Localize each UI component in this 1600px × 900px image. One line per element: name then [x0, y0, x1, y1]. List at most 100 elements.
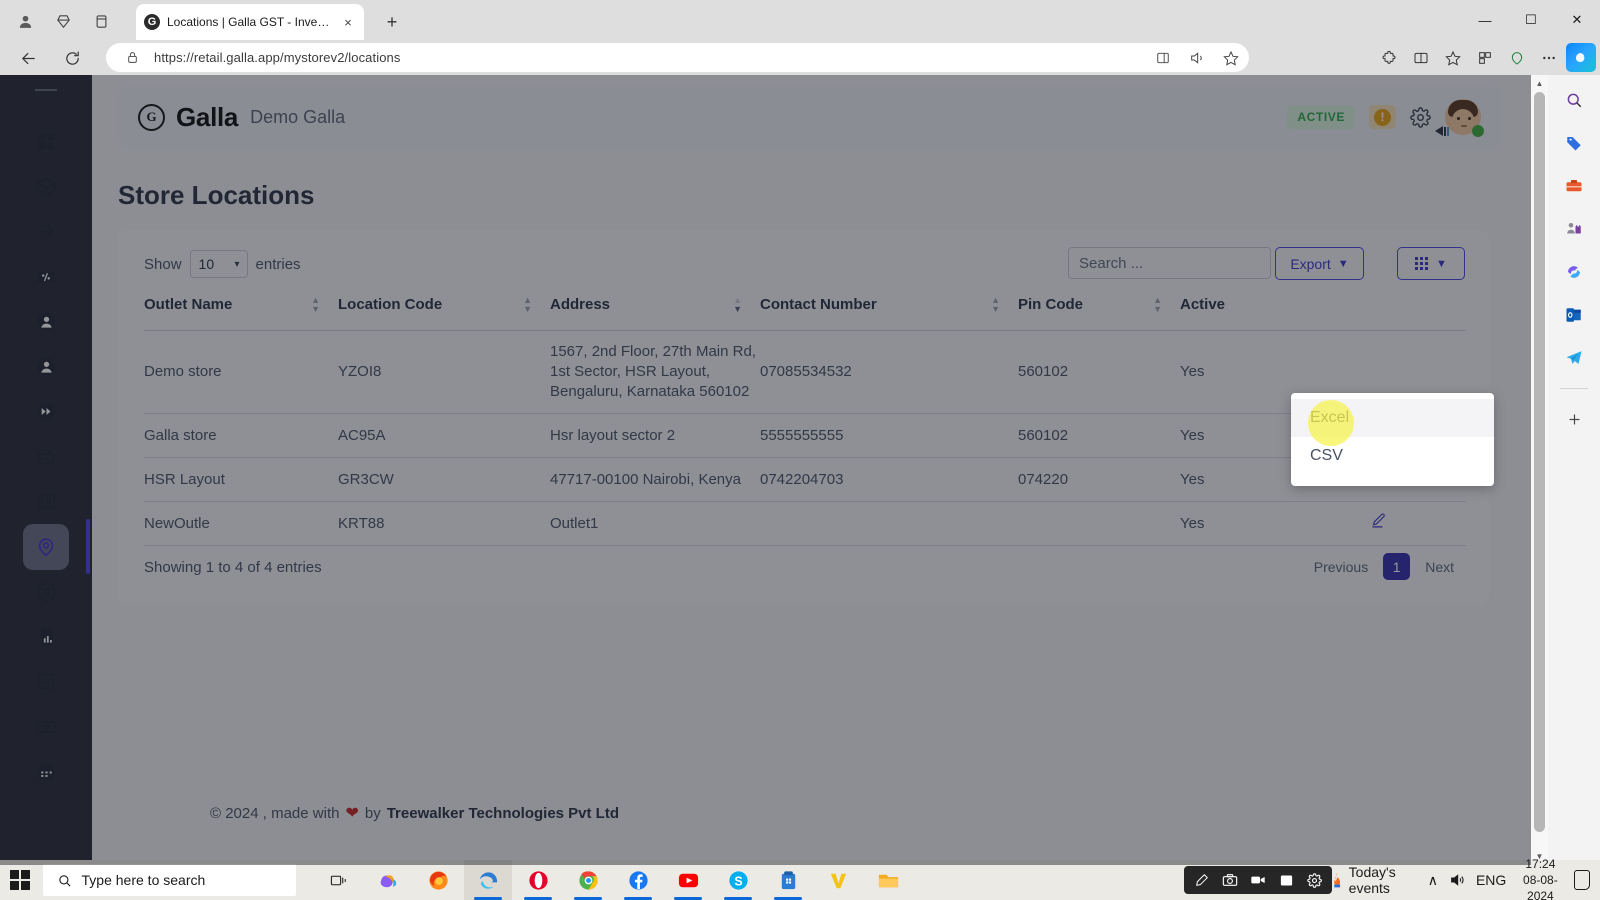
table-row[interactable]: HSR Layout GR3CW 47717-00100 Nairobi, Ke… [144, 457, 1466, 502]
settings-gear-icon[interactable] [1410, 106, 1431, 128]
previous-page-button[interactable]: Previous [1303, 553, 1379, 580]
search-input[interactable] [1068, 247, 1271, 279]
copilot-icon[interactable] [1566, 43, 1596, 72]
column-visibility-button[interactable]: ▼ [1397, 247, 1465, 280]
sidebar-item-settings[interactable] [0, 569, 92, 614]
page-scrollbar[interactable]: ▲ ▼ [1531, 75, 1548, 865]
column-header-pin-code[interactable]: Pin Code ▲ ▼ [1018, 295, 1180, 331]
read-aloud-icon[interactable] [1185, 46, 1209, 70]
sidebar-item-tasks[interactable] [0, 659, 92, 704]
brand-logo[interactable]: G Galla [138, 102, 238, 133]
window-icon[interactable] [1272, 866, 1300, 894]
split-screen-icon[interactable] [1151, 46, 1175, 70]
language-indicator[interactable]: ENG [1476, 872, 1506, 888]
outlook-icon[interactable] [1559, 300, 1589, 330]
favorites-icon[interactable] [1470, 43, 1500, 72]
youtube-icon[interactable] [664, 860, 712, 900]
sidebar-item-discounts[interactable] [0, 254, 92, 299]
sidebar-item-suppliers[interactable] [0, 344, 92, 389]
sidebar-item-reports[interactable] [0, 614, 92, 659]
scrollbar-thumb[interactable] [1534, 92, 1545, 832]
map-pin-icon [23, 523, 69, 570]
sidebar-item-transfers[interactable] [0, 209, 92, 254]
opera-icon[interactable] [514, 860, 562, 900]
sidebar-item-customers[interactable] [0, 299, 92, 344]
workspaces-icon[interactable] [46, 6, 80, 36]
avatar[interactable] [1435, 99, 1484, 137]
gear-icon[interactable] [1300, 866, 1328, 894]
start-button[interactable] [0, 860, 41, 900]
facebook-icon[interactable] [614, 860, 662, 900]
edge-icon[interactable] [464, 860, 513, 900]
video-camera-icon[interactable] [1244, 866, 1272, 894]
sidebar-item-fast-forward[interactable] [0, 389, 92, 434]
minimize-button[interactable]: — [1462, 0, 1508, 40]
sidebar-item-sales[interactable] [0, 434, 92, 479]
telegram-icon[interactable] [1559, 343, 1589, 373]
sidebar-item-contacts[interactable] [0, 479, 92, 524]
copilot-icon[interactable] [364, 860, 412, 900]
speaker-icon[interactable] [1449, 872, 1465, 888]
heart-icon: ❤ [345, 805, 359, 822]
page-number-button[interactable]: 1 [1383, 553, 1411, 580]
page-size-select[interactable]: 10 ▾ [189, 250, 248, 278]
sidebar-item-cash[interactable] [0, 704, 92, 749]
search-icon[interactable] [1559, 85, 1589, 115]
firefox-icon[interactable] [414, 860, 462, 900]
clock[interactable]: 17:24 08-08-2024 [1517, 856, 1563, 900]
extensions-icon[interactable] [1374, 43, 1404, 72]
sidebar-item-dashboard[interactable] [0, 119, 92, 164]
cell-outlet-name: NewOutle [144, 501, 338, 546]
microsoft-store-icon[interactable] [764, 860, 812, 900]
favorite-star-icon[interactable] [1219, 46, 1243, 70]
vertical-tabs-icon[interactable] [84, 6, 118, 36]
column-header-active[interactable]: Active [1180, 296, 1370, 331]
back-icon[interactable] [14, 44, 42, 72]
column-header-location-code[interactable]: Location Code ▲ ▼ [338, 295, 550, 331]
settings-more-icon[interactable] [1534, 43, 1564, 72]
split-screen-icon[interactable] [1406, 43, 1436, 72]
scroll-up-icon[interactable]: ▲ [1531, 75, 1548, 92]
add-icon[interactable] [1559, 404, 1589, 434]
file-explorer-icon[interactable] [864, 860, 912, 900]
browser-tab[interactable]: G Locations | Galla GST - Inventory × [136, 4, 364, 40]
chrome-icon[interactable] [564, 860, 612, 900]
tools-icon[interactable] [1559, 171, 1589, 201]
table-row[interactable]: Demo store YZOI8 1567, 2nd Floor, 27th M… [144, 330, 1466, 414]
pencil-icon[interactable] [1370, 513, 1387, 533]
close-window-button[interactable]: ✕ [1554, 0, 1600, 40]
taskbar-search[interactable]: Type here to search [42, 864, 297, 896]
browser-essentials-icon[interactable] [1502, 43, 1532, 72]
task-view-icon[interactable] [314, 860, 362, 900]
column-header-outlet-name[interactable]: Outlet Name ▲ ▼ [144, 295, 338, 331]
microsoft-365-icon[interactable] [1559, 257, 1589, 287]
sidebar-item-locations[interactable] [0, 519, 92, 574]
new-tab-button[interactable]: + [378, 9, 406, 35]
v-app-icon[interactable] [814, 860, 862, 900]
reload-icon[interactable] [58, 44, 86, 72]
column-header-address[interactable]: Address ▲ ▼ [550, 295, 760, 331]
sidebar-item-calendar[interactable] [0, 749, 92, 794]
skype-icon[interactable]: S [714, 860, 762, 900]
notification-icon[interactable] [1574, 870, 1590, 890]
next-page-button[interactable]: Next [1414, 553, 1465, 580]
warning-button[interactable]: ! [1369, 105, 1396, 129]
collections-icon[interactable] [1438, 43, 1468, 72]
address-bar[interactable]: https://retail.galla.app/mystorev2/locat… [106, 43, 1249, 72]
screenshot-pen-icon[interactable] [1188, 866, 1216, 894]
table-row[interactable]: NewOutle KRT88 Outlet1 Yes [144, 501, 1466, 546]
sidebar-handle[interactable] [35, 89, 57, 91]
tray-chevron-icon[interactable]: ∧ [1428, 872, 1438, 889]
games-icon[interactable] [1559, 214, 1589, 244]
ticket-percent-icon [23, 254, 69, 300]
column-header-contact-number[interactable]: Contact Number ▲ ▼ [760, 295, 1018, 331]
shopping-tag-icon[interactable] [1559, 128, 1589, 158]
todays-events[interactable]: Today's events [1332, 864, 1416, 896]
camera-icon[interactable] [1216, 866, 1244, 894]
export-button[interactable]: Export ▼ [1275, 247, 1364, 280]
profile-icon[interactable] [8, 6, 42, 36]
close-icon[interactable]: × [340, 15, 356, 30]
table-row[interactable]: Galla store AC95A Hsr layout sector 2 55… [144, 413, 1466, 458]
maximize-button[interactable]: ☐ [1508, 0, 1554, 40]
sidebar-item-products[interactable] [0, 164, 92, 209]
